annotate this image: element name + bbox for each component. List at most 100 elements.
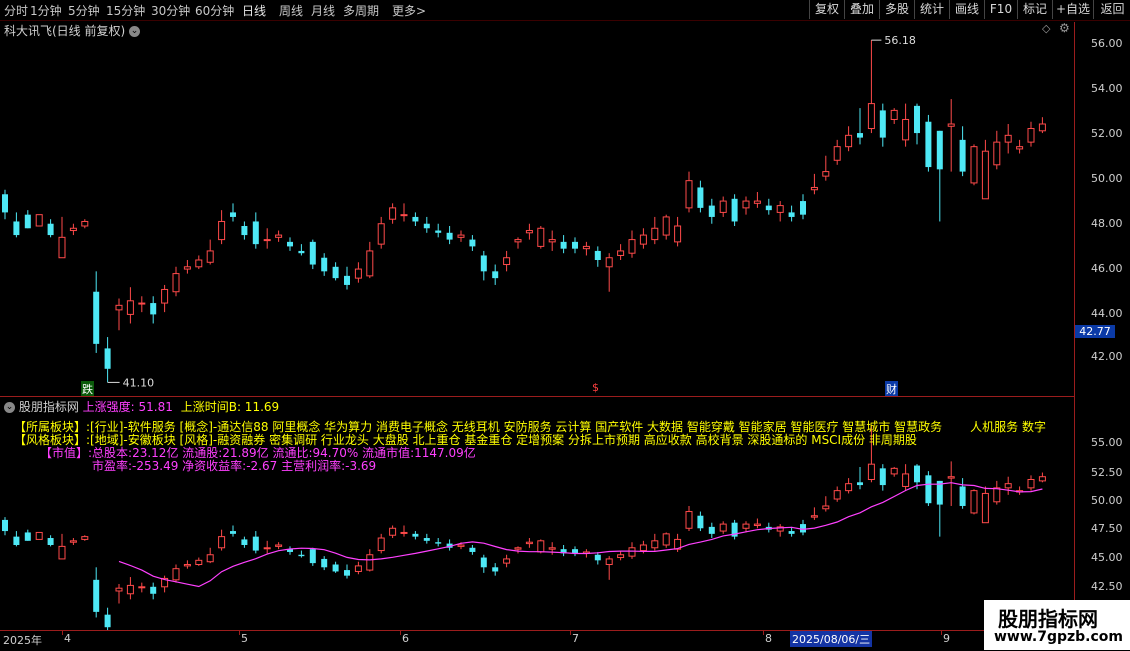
- candle-body-up: [685, 180, 693, 209]
- period-1min[interactable]: 1分钟: [30, 2, 62, 19]
- candle-body-down: [321, 257, 328, 272]
- candle-body-down: [857, 133, 863, 138]
- candle-body-down: [788, 212, 795, 217]
- candle-body-up: [1016, 146, 1024, 150]
- period-weekly[interactable]: 周线: [279, 2, 303, 19]
- adjust-button[interactable]: 复权: [809, 0, 844, 19]
- candle-body-up: [674, 225, 682, 243]
- low-label: 41.10: [123, 376, 155, 389]
- candle-body-up: [195, 559, 203, 566]
- pe-text: 市盈率:-253.49 净资收益率:-2.67 主营利润率:-3.69: [92, 459, 377, 473]
- candle-body-down: [150, 303, 157, 315]
- period-30min[interactable]: 30分钟: [151, 2, 190, 19]
- candle-body-down: [344, 570, 350, 576]
- candle-body-up: [605, 558, 613, 566]
- candle-body-up: [503, 257, 511, 266]
- candle-body-down: [2, 519, 8, 532]
- draw-line-button[interactable]: 画线: [949, 0, 984, 19]
- period-fenshi[interactable]: 分时: [4, 2, 28, 19]
- candle-body-up: [753, 523, 761, 526]
- marker-dollar: $: [592, 381, 599, 394]
- candle-body-up: [810, 186, 818, 191]
- period-15min[interactable]: 15分钟: [106, 2, 145, 19]
- add-favorite-button[interactable]: +自选: [1052, 0, 1093, 19]
- candle-body-up: [58, 545, 66, 560]
- candle-body-up: [69, 540, 77, 543]
- period-5min[interactable]: 5分钟: [68, 2, 100, 19]
- candle-body-up: [172, 273, 180, 293]
- candle-body-up: [662, 533, 670, 546]
- candle-body-down: [104, 614, 111, 628]
- candle-body-up: [810, 515, 818, 518]
- period-toolbar: 分时 1分钟 5分钟 15分钟 30分钟 60分钟 日线 周线 月线 多周期 更…: [0, 0, 1130, 21]
- candle-body-up: [1027, 128, 1035, 143]
- marker-fall: 跌: [81, 381, 94, 397]
- candle-body-up: [275, 544, 283, 547]
- multi-stock-button[interactable]: 多股: [879, 0, 914, 19]
- f10-button[interactable]: F10: [984, 0, 1017, 19]
- candle-body-down: [697, 187, 704, 208]
- period-multi[interactable]: 多周期: [343, 2, 379, 19]
- candle-body-up: [514, 239, 522, 243]
- candle-body-up: [867, 103, 875, 130]
- candle-body-up: [115, 587, 123, 592]
- candle-body-down: [423, 223, 430, 229]
- candle-body-down: [925, 121, 932, 168]
- marker-finance: 财: [885, 381, 898, 397]
- candle-body-up: [81, 220, 89, 227]
- candle-body-down: [344, 275, 350, 285]
- period-daily[interactable]: 日线: [242, 2, 266, 19]
- candle-body-down: [104, 348, 111, 369]
- candle-body-down: [230, 212, 236, 217]
- mark-button[interactable]: 标记: [1017, 0, 1052, 19]
- candle-body-down: [446, 232, 453, 240]
- candle-body-up: [662, 216, 670, 236]
- statistics-button[interactable]: 统计: [914, 0, 949, 19]
- candle-body-down: [572, 549, 578, 554]
- candle-body-down: [412, 533, 419, 537]
- candle-body-down: [252, 536, 259, 551]
- candle-body-up: [548, 547, 556, 550]
- pane-divider: [0, 396, 1074, 397]
- candle-body-down: [731, 198, 738, 222]
- overlay-button[interactable]: 叠加: [844, 0, 879, 19]
- chevron-down-icon[interactable]: ⌄: [4, 402, 15, 413]
- ma-line: [118, 482, 1043, 588]
- candle-body-up: [183, 266, 191, 270]
- candle-body-down: [309, 549, 316, 564]
- period-monthly[interactable]: 月线: [311, 2, 335, 19]
- candle-body-down: [708, 205, 715, 217]
- candle-body-up: [947, 476, 955, 479]
- candle-body-up: [651, 227, 659, 241]
- date-tick: [239, 631, 240, 635]
- candle-body-up: [138, 302, 146, 305]
- current-price-label: 42.77: [1075, 325, 1115, 338]
- candle-body-up: [890, 467, 898, 475]
- candle-body-down: [469, 547, 476, 552]
- candle-body-up: [833, 146, 841, 161]
- candle-body-down: [423, 538, 430, 541]
- candle-body-up: [126, 584, 134, 595]
- candle-body-down: [560, 241, 567, 249]
- candle-body-up: [525, 541, 533, 545]
- candle-body-up: [1038, 476, 1046, 482]
- indicator-line1: 上涨强度: 51.81: [82, 400, 173, 414]
- candle-body-down: [697, 515, 704, 529]
- candle-body-down: [480, 255, 487, 272]
- back-button[interactable]: 返回: [1093, 0, 1130, 19]
- price-tick: 44.00: [1091, 307, 1123, 320]
- candle-body-down: [914, 105, 920, 134]
- candle-body-up: [993, 487, 1001, 503]
- candle-body-down: [914, 465, 920, 483]
- candle-body-down: [800, 524, 806, 533]
- period-60min[interactable]: 60分钟: [195, 2, 234, 19]
- period-more[interactable]: 更多>: [392, 2, 426, 19]
- candle-body-down: [594, 250, 601, 260]
- candle-body-up: [890, 109, 898, 120]
- candle-body-up: [354, 565, 362, 572]
- price-tick: 48.00: [1091, 217, 1123, 230]
- candle-body-down: [925, 475, 932, 504]
- candle-body-up: [639, 234, 647, 245]
- indicator-name: 股朋指标网: [18, 400, 79, 414]
- date-tick: [763, 631, 764, 635]
